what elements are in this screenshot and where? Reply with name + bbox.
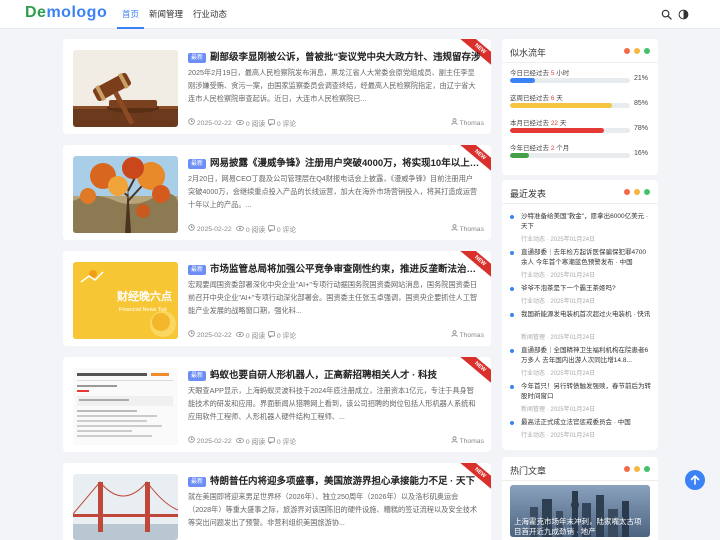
date-meta: 2025-02-22 <box>188 330 232 339</box>
comment-icon <box>268 331 275 339</box>
progress-month: 本月已经过去 22 天 78% <box>510 120 649 133</box>
article-thumbnail-finance[interactable]: 财经晚六点 Financial News Tod <box>73 262 178 339</box>
arrow-up-icon <box>690 475 700 485</box>
reads-meta: 0 阅读 <box>236 224 265 234</box>
article-title[interactable]: 最新 市场监管总局将加强公平竞争审查刚性约束，推进反垄断法治监管 <box>188 261 484 275</box>
window-dots <box>620 189 650 195</box>
site-header: Demologo 首页 新闻管理 行业动态 <box>0 0 720 29</box>
panel-title: 最近发表 <box>510 189 547 199</box>
eye-icon <box>236 119 244 126</box>
theme-toggle-icon[interactable] <box>678 9 689 20</box>
article-meta: 2025-02-22 0 阅读 0 评论 Thomas <box>188 224 484 234</box>
window-dots <box>620 48 650 54</box>
reads-meta: 0 阅读 <box>236 436 265 446</box>
time-progress-panel: 似水流年 今日已经过去 5 小时 21% 这周已经过去 6 天 85% 本月已经… <box>502 39 658 175</box>
article-title[interactable]: 最新 副部级李显刚被公诉，曾被批"妄议党中央大政方针、违规留存涉 <box>188 49 484 63</box>
article-summary: 2月20日，网易CEO丁磊及公司管理层在Q4财报电话会上披露，《漫威争锋》目前注… <box>188 174 478 209</box>
finance-image-text: 财经晚六点 <box>117 291 172 303</box>
article-title[interactable]: 最新 蚂蚁也要自研人形机器人，正高薪招聘相关人才 · 科技 <box>188 367 484 381</box>
user-icon <box>450 330 458 337</box>
author-meta[interactable]: Thomas <box>450 118 484 127</box>
comments-meta: 0 评论 <box>268 436 296 446</box>
date-meta: 2025-02-22 <box>188 436 232 445</box>
latest-badge: 最新 <box>188 53 207 63</box>
progress-week: 这周已经过去 6 天 85% <box>510 95 649 108</box>
comments-meta: 0 评论 <box>268 118 296 128</box>
eye-icon <box>236 437 244 444</box>
finance-image-subtext: Financial News Tod <box>119 307 167 313</box>
back-to-top-button[interactable] <box>685 470 705 490</box>
hot-article-caption[interactable]: 上海霍克市场年末冲刺，陆家嘴太古项目首开近九成劲销 · 地产 <box>514 517 648 537</box>
author-meta[interactable]: Thomas <box>450 330 484 339</box>
search-icon[interactable] <box>661 9 672 20</box>
progress-today: 今日已经过去 5 小时 21% <box>510 70 649 83</box>
progress-bar-year <box>510 153 530 158</box>
article-thumbnail-autumn[interactable] <box>73 156 178 233</box>
article-title[interactable]: 最新 特朗普任内将迎多项盛事，美国旅游界担心承接能力不足 · 天下 <box>188 473 484 487</box>
article-card[interactable]: NEW 最新 网易披露《漫威争锋》注册用户突破4000万，将实现10年以上运营 2… <box>63 145 491 240</box>
clock-icon <box>188 436 195 443</box>
article-card[interactable]: NEW 最新 特朗普任内将迎多项盛事，美国旅游界担心承接能力不足 · 天下 就在美… <box>63 463 491 540</box>
author-meta[interactable]: Thomas <box>450 436 484 445</box>
clock-icon <box>188 118 195 125</box>
article-thumbnail-job-listing[interactable] <box>73 368 178 445</box>
comment-icon <box>268 437 275 445</box>
article-summary: 就在美国即将迎来男足世界杯（2026年）、独立250周年（2026年）以及洛杉矶… <box>188 492 478 527</box>
article-summary: 天眼查APP显示，上海蚂蚁灵波科技于2024年底注册成立，注册资本1亿元，专注于… <box>188 386 476 421</box>
site-logo[interactable]: Demologo <box>25 4 107 22</box>
article-title[interactable]: 最新 网易披露《漫威争锋》注册用户突破4000万，将实现10年以上运营 <box>188 155 484 169</box>
comments-meta: 0 评论 <box>268 330 296 340</box>
nav-item-news-management[interactable]: 新闻管理 <box>144 0 188 29</box>
panel-title: 热门文章 <box>510 466 547 476</box>
article-meta: 2025-02-22 0 阅读 0 评论 Thomas <box>188 118 484 128</box>
latest-badge: 最新 <box>188 265 207 275</box>
comment-icon <box>268 119 275 127</box>
user-icon <box>450 436 458 443</box>
comment-icon <box>268 225 275 233</box>
progress-bar-month <box>510 128 604 133</box>
article-thumbnail-gavel[interactable] <box>73 50 178 127</box>
date-meta: 2025-02-22 <box>188 224 232 233</box>
progress-bar-week <box>510 103 612 108</box>
reads-meta: 0 阅读 <box>236 118 265 128</box>
author-meta[interactable]: Thomas <box>450 224 484 233</box>
progress-bar-today <box>510 78 536 83</box>
reads-meta: 0 阅读 <box>236 330 265 340</box>
date-meta: 2025-02-22 <box>188 118 232 127</box>
latest-badge: 最新 <box>188 371 207 381</box>
article-meta: 2025-02-22 0 阅读 0 评论 Thomas <box>188 330 484 340</box>
latest-badge: 最新 <box>188 159 207 169</box>
article-card[interactable]: NEW 最新 副部级李显刚被公诉，曾被批"妄议党中央大政方针、违规留存涉 2025… <box>63 39 491 134</box>
hot-articles-panel: 热门文章 上海霍克市场年末冲刺，陆家嘴太古项目首开近九成劲销 · 地产 <box>502 457 658 540</box>
latest-posts-panel: 最近发表 沙特准备给美国"救金"，愿拿出6000亿美元 · 天下 行业动态 · … <box>502 180 658 450</box>
user-icon <box>450 118 458 125</box>
eye-icon <box>236 331 244 338</box>
article-card[interactable]: NEW 最新 蚂蚁也要自研人形机器人，正高薪招聘相关人才 · 科技 天眼查APP显… <box>63 357 491 452</box>
comments-meta: 0 评论 <box>268 224 296 234</box>
clock-icon <box>188 330 195 337</box>
window-dots <box>620 466 650 472</box>
main-nav: 首页 新闻管理 行业动态 <box>117 0 232 29</box>
hot-article-image[interactable]: 上海霍克市场年末冲刺，陆家嘴太古项目首开近九成劲销 · 地产 <box>510 485 650 537</box>
user-icon <box>450 224 458 231</box>
article-thumbnail-bridge[interactable] <box>73 474 178 540</box>
clock-icon <box>188 224 195 231</box>
nav-item-home[interactable]: 首页 <box>117 0 145 29</box>
article-meta: 2025-02-22 0 阅读 0 评论 Thomas <box>188 436 484 446</box>
article-summary: 宏观要闻国资委部署深化中央企业"AI+"专项行动据国务院国资委网站消息，国务院国… <box>188 280 478 315</box>
nav-item-industry-news[interactable]: 行业动态 <box>188 0 232 29</box>
latest-badge: 最新 <box>188 477 207 487</box>
article-summary: 2025年2月19日，最高人民检察院发布消息，黑龙江省人大常委会原党组成员、副主… <box>188 68 476 103</box>
panel-title: 似水流年 <box>510 48 547 58</box>
eye-icon <box>236 225 244 232</box>
progress-year: 今年已经过去 2 个月 16% <box>510 145 649 158</box>
article-card[interactable]: 财经晚六点 Financial News Tod NEW 最新 市场监管总局将加强… <box>63 251 491 346</box>
